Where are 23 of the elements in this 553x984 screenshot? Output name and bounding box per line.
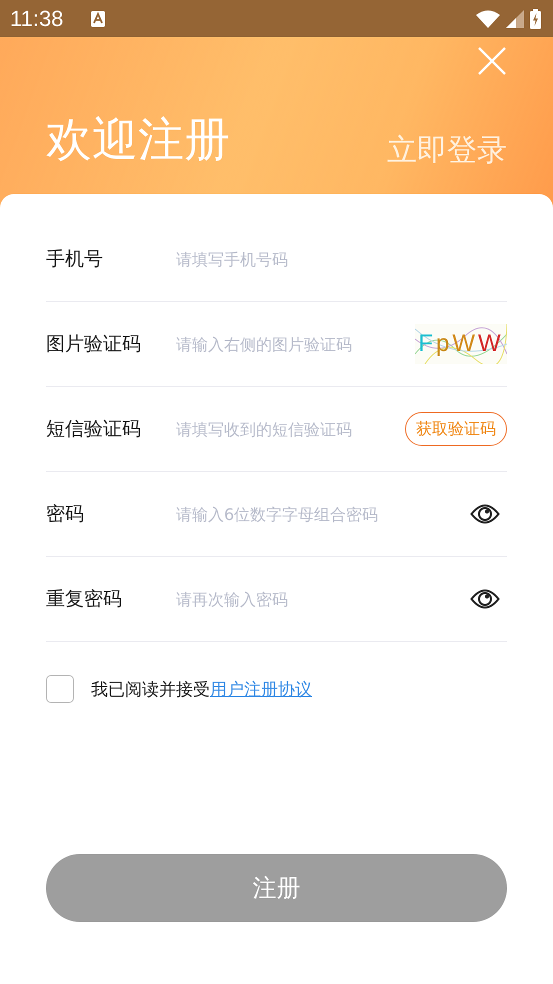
login-link[interactable]: 立即登录 xyxy=(387,129,507,173)
agreement-checkbox[interactable] xyxy=(46,675,74,703)
input-field[interactable]: 请再次输入密码 xyxy=(176,590,470,608)
input-field[interactable]: 请输入右侧的图片验证码 xyxy=(176,334,415,354)
input-field[interactable]: 请填写收到的短信验证码 xyxy=(176,420,405,438)
input-field[interactable]: 请输入6位数字字母组合密码 xyxy=(176,504,470,524)
page-title: 欢迎注册 xyxy=(46,111,230,168)
get-code-button[interactable]: 获取验证码 xyxy=(405,412,507,446)
input-field[interactable]: 请填写手机号码 xyxy=(176,250,507,268)
eye-icon[interactable] xyxy=(470,588,500,610)
battery-charging-icon xyxy=(530,8,541,28)
signal-icon xyxy=(506,10,524,28)
eye-icon[interactable] xyxy=(470,503,500,525)
field-label: 手机号 xyxy=(46,247,104,272)
agreement-link[interactable]: 用户注册协议 xyxy=(210,680,312,700)
agreement-text: 我已阅读并接受用户注册协议 xyxy=(91,678,312,700)
field-label: 密码 xyxy=(46,502,85,527)
field-label: 短信验证码 xyxy=(46,417,142,442)
wifi-icon xyxy=(476,10,500,28)
field-label: 图片验证码 xyxy=(46,332,142,357)
keyboard-notification-icon xyxy=(91,10,106,26)
status-time: 11:38 xyxy=(10,6,64,32)
field-label: 重复密码 xyxy=(46,587,123,612)
